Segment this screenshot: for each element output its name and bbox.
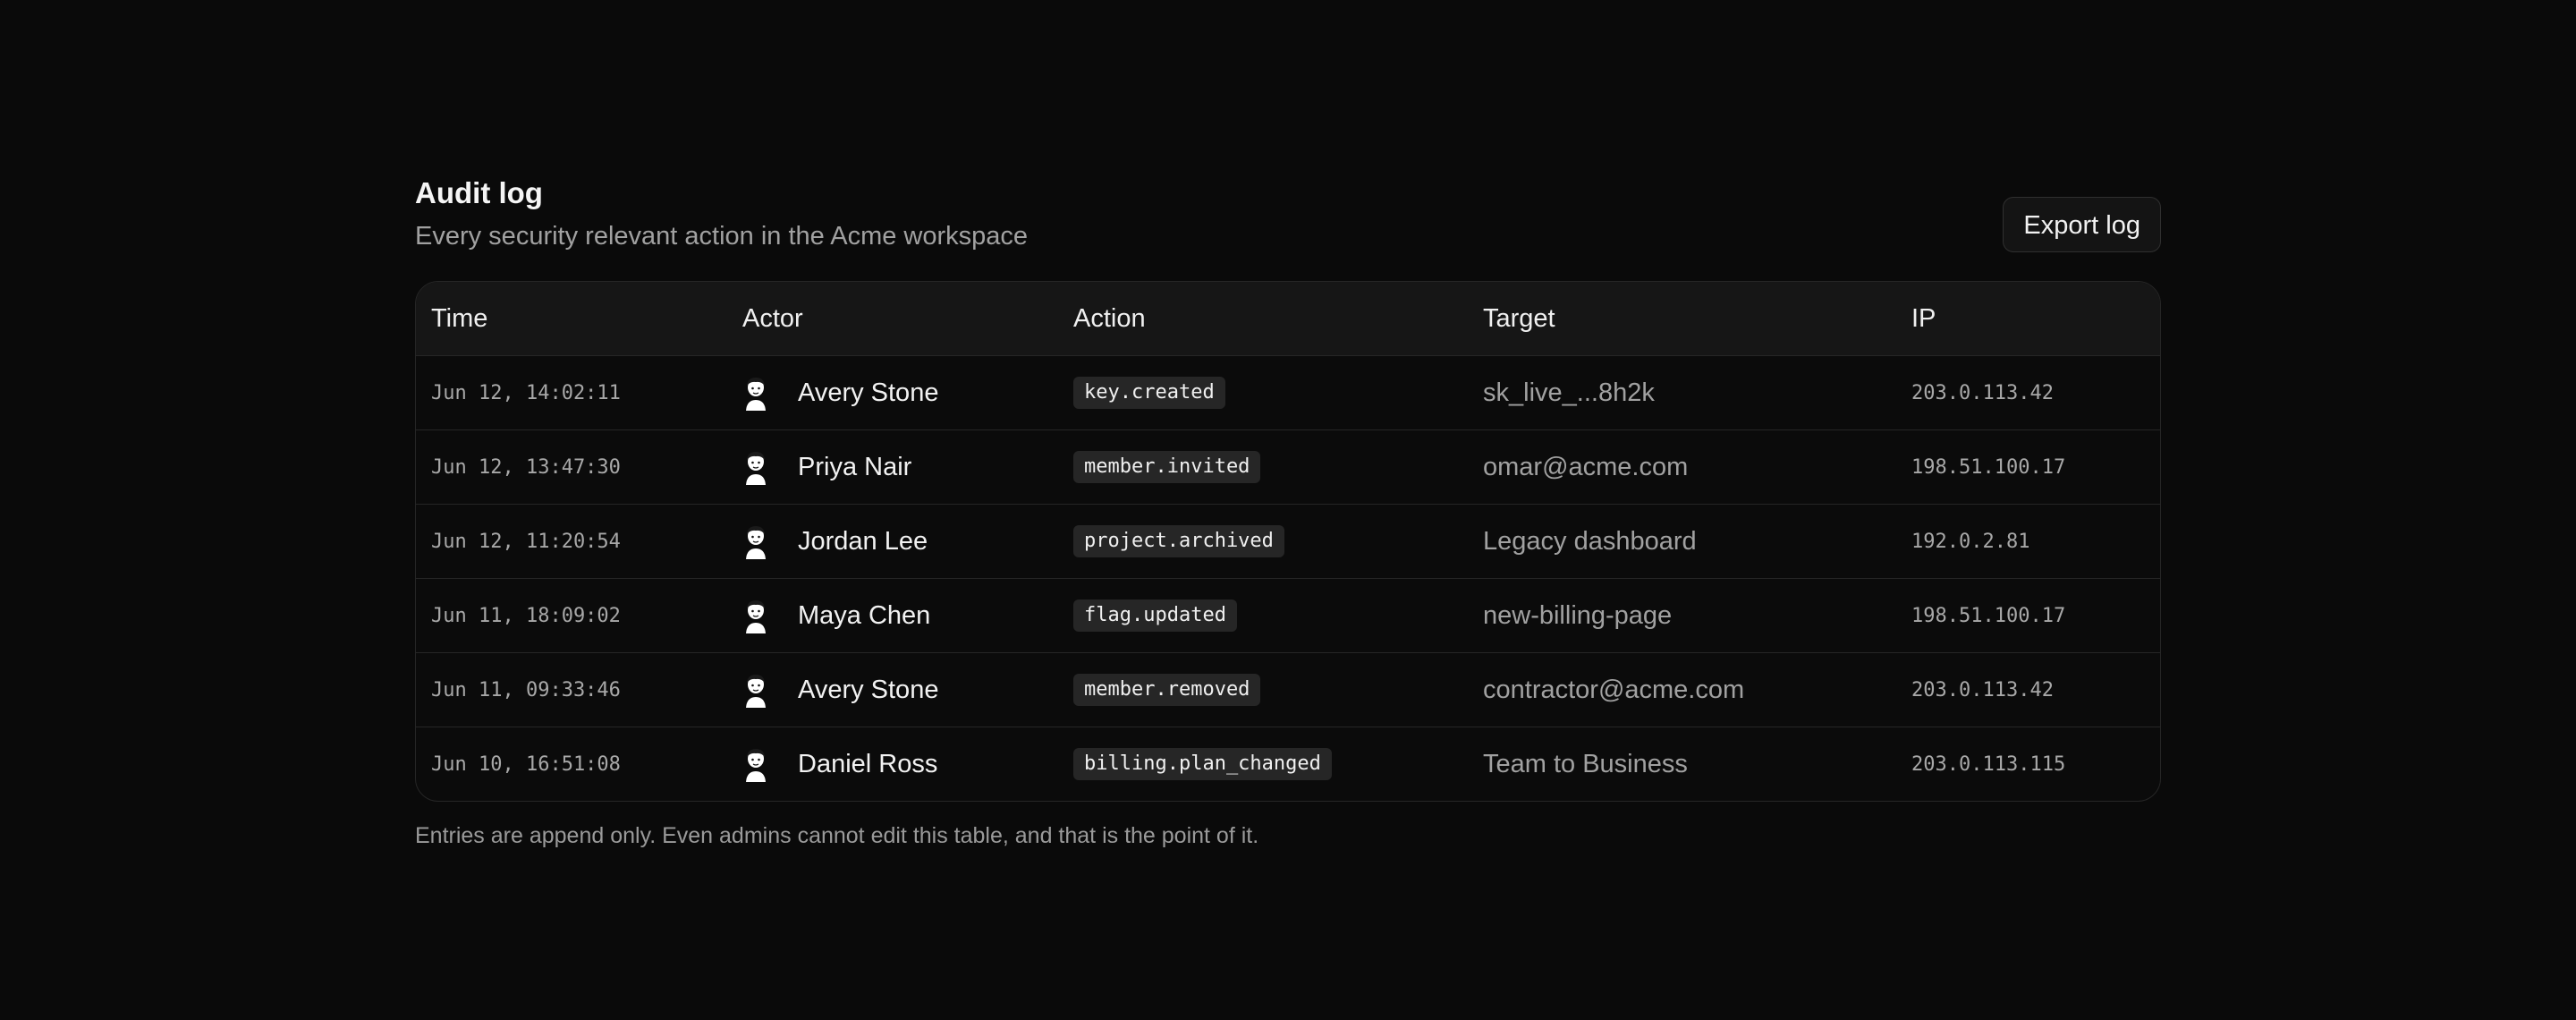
actor-name: Avery Stone [798, 378, 939, 407]
target-cell: Team to Business [1483, 749, 1688, 778]
table-row: Jun 12, 14:02:11 Avery Stone key.created… [416, 355, 2160, 429]
column-header-actor: Actor [742, 303, 803, 333]
column-header-target: Target [1483, 303, 1555, 333]
table-row: Jun 10, 16:51:08 Daniel Ross billing.pla… [416, 727, 2160, 801]
column-header-ip: IP [1911, 303, 1936, 333]
action-badge: flag.updated [1073, 599, 1237, 632]
table-row: Jun 12, 11:20:54 Jordan Lee project.arch… [416, 504, 2160, 578]
action-cell: flag.updated [1058, 599, 1468, 632]
actor-cell: Avery Stone [727, 375, 1058, 411]
panel-header: Audit log Every security relevant action… [415, 175, 2161, 252]
time-cell: Jun 10, 16:51:08 [431, 752, 621, 776]
target-cell: omar@acme.com [1483, 452, 1689, 481]
target-cell: Legacy dashboard [1483, 526, 1697, 556]
page-subtitle: Every security relevant action in the Ac… [415, 222, 1029, 251]
actor-cell: Maya Chen [727, 598, 1058, 633]
actor-name: Daniel Ross [798, 749, 938, 778]
table-row: Jun 12, 13:47:30 Priya Nair member.invit… [416, 429, 2160, 504]
actor-cell: Jordan Lee [727, 523, 1058, 559]
time-cell: Jun 11, 09:33:46 [431, 678, 621, 701]
ip-cell: 203.0.113.42 [1911, 678, 2054, 701]
actor-name: Maya Chen [798, 600, 931, 630]
action-badge: key.created [1073, 377, 1225, 409]
actor-name: Jordan Lee [798, 526, 928, 556]
action-cell: key.created [1058, 377, 1468, 409]
ip-cell: 203.0.113.115 [1911, 752, 2066, 776]
ip-cell: 198.51.100.17 [1911, 455, 2066, 479]
time-cell: Jun 12, 13:47:30 [431, 455, 621, 479]
ip-cell: 198.51.100.17 [1911, 604, 2066, 627]
avatar-icon [746, 526, 766, 559]
column-header-time: Time [431, 303, 488, 333]
avatar-icon [746, 675, 766, 708]
action-badge: member.invited [1073, 451, 1261, 483]
footnote: Entries are append only. Even admins can… [415, 823, 1259, 848]
table-row: Jun 11, 18:09:02 Maya Chen flag.updated … [416, 578, 2160, 652]
action-cell: member.removed [1058, 674, 1468, 706]
audit-table: Time Actor Action Target IP Jun 12, 14:0… [415, 281, 2161, 802]
ip-cell: 203.0.113.42 [1911, 381, 2054, 404]
audit-log-panel: Audit log Every security relevant action… [415, 175, 2161, 849]
action-badge: member.removed [1073, 674, 1261, 706]
time-cell: Jun 12, 14:02:11 [431, 381, 621, 404]
actor-cell: Avery Stone [727, 672, 1058, 708]
export-log-button[interactable]: Export log [2003, 197, 2161, 252]
time-cell: Jun 12, 11:20:54 [431, 530, 621, 553]
avatar-icon [746, 452, 766, 485]
action-cell: billing.plan_changed [1058, 748, 1468, 780]
table-body: Jun 12, 14:02:11 Avery Stone key.created… [416, 355, 2160, 801]
action-cell: project.archived [1058, 525, 1468, 557]
ip-cell: 192.0.2.81 [1911, 530, 2030, 553]
action-badge: billing.plan_changed [1073, 748, 1332, 780]
column-header-action: Action [1073, 303, 1146, 333]
avatar-icon [746, 749, 766, 782]
target-cell: contractor@acme.com [1483, 675, 1745, 704]
avatar-icon [746, 378, 766, 411]
actor-cell: Priya Nair [727, 449, 1058, 485]
time-cell: Jun 11, 18:09:02 [431, 604, 621, 627]
action-badge: project.archived [1073, 525, 1284, 557]
target-cell: sk_live_...8h2k [1483, 378, 1655, 407]
target-cell: new-billing-page [1483, 600, 1673, 630]
avatar-icon [746, 600, 766, 633]
actor-cell: Daniel Ross [727, 746, 1058, 782]
actor-name: Priya Nair [798, 452, 912, 481]
page-title: Audit log [415, 176, 543, 209]
actor-name: Avery Stone [798, 675, 939, 704]
table-row: Jun 11, 09:33:46 Avery Stone member.remo… [416, 652, 2160, 727]
table-header-row: Time Actor Action Target IP [416, 282, 2160, 355]
action-cell: member.invited [1058, 451, 1468, 483]
